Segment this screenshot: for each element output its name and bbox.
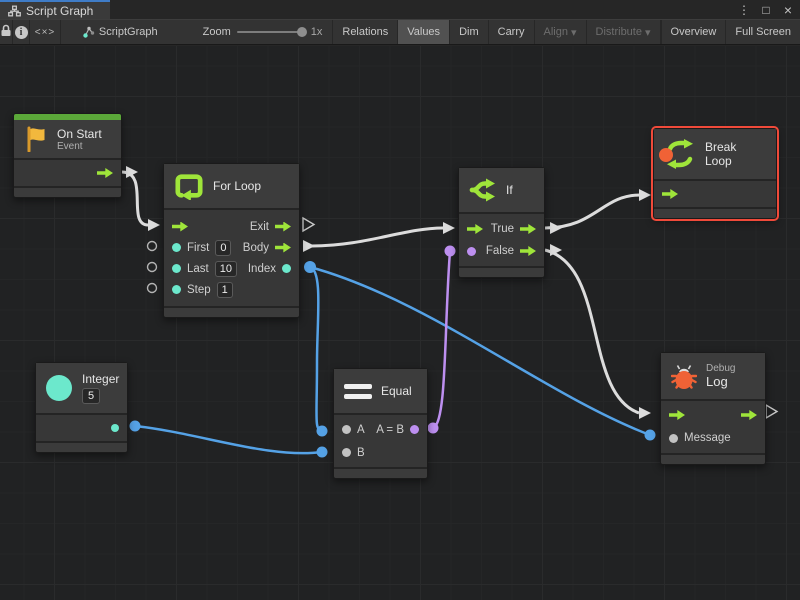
node-footer bbox=[164, 308, 299, 317]
first-input-port[interactable] bbox=[172, 243, 181, 252]
node-equal[interactable]: Equal A A = B B bbox=[333, 368, 428, 479]
port-label: Message bbox=[684, 432, 731, 444]
port-label: Last bbox=[187, 263, 209, 275]
zoom-label: Zoom bbox=[203, 26, 231, 38]
break-loop-icon bbox=[664, 139, 696, 169]
node-title: If bbox=[506, 183, 513, 197]
graph-toolbar: i <×> ScriptGraph Zoom 1x Relations Valu… bbox=[0, 19, 800, 45]
relations-button[interactable]: Relations bbox=[332, 20, 398, 44]
port-label: First bbox=[187, 242, 209, 254]
tab-script-graph[interactable]: Script Graph bbox=[0, 0, 110, 19]
node-title: For Loop bbox=[213, 179, 261, 193]
node-footer bbox=[36, 443, 127, 452]
port-label: A bbox=[357, 424, 365, 436]
info-icon: i bbox=[15, 26, 28, 39]
window-menu-icon[interactable]: ⋮ bbox=[736, 3, 752, 17]
node-title: Break Loop bbox=[705, 140, 766, 168]
graph-hierarchy-icon bbox=[8, 5, 21, 17]
window-close-icon[interactable]: × bbox=[780, 2, 796, 18]
flow-input-port[interactable] bbox=[172, 222, 188, 232]
graph-name[interactable]: ScriptGraph bbox=[73, 20, 167, 44]
node-debug-log[interactable]: Debug Log Message bbox=[660, 352, 766, 465]
dim-button[interactable]: Dim bbox=[450, 20, 489, 44]
port-label: Step bbox=[187, 284, 211, 296]
step-input-port[interactable] bbox=[172, 285, 181, 294]
tab-bar: Script Graph ⋮ □ × bbox=[0, 0, 800, 19]
node-integer[interactable]: Integer 5 bbox=[35, 362, 128, 453]
node-break-loop[interactable]: Break Loop bbox=[653, 128, 777, 219]
step-value-field[interactable]: 1 bbox=[217, 282, 233, 298]
flow-input-port[interactable] bbox=[662, 189, 678, 199]
lock-button[interactable] bbox=[0, 20, 13, 44]
bug-icon bbox=[671, 363, 697, 390]
equals-icon bbox=[344, 384, 372, 399]
flow-input-port[interactable] bbox=[467, 224, 483, 234]
branch-icon bbox=[469, 177, 497, 203]
node-title: Log bbox=[706, 374, 735, 389]
node-subtitle: Debug bbox=[706, 363, 735, 374]
flag-icon bbox=[24, 126, 48, 152]
node-title: On Start bbox=[57, 127, 102, 141]
align-dropdown[interactable]: Align ▾ bbox=[535, 20, 587, 44]
port-label: A = B bbox=[376, 424, 404, 436]
zoom-slider-knob[interactable] bbox=[297, 27, 307, 37]
exit-output-port[interactable] bbox=[275, 222, 291, 232]
carry-button[interactable]: Carry bbox=[489, 20, 535, 44]
code-view-button[interactable]: <×> bbox=[30, 20, 61, 44]
integer-icon bbox=[46, 375, 72, 401]
false-output-port[interactable] bbox=[520, 246, 536, 256]
condition-input-port[interactable] bbox=[467, 247, 476, 256]
true-output-port[interactable] bbox=[520, 224, 536, 234]
values-button[interactable]: Values bbox=[398, 20, 450, 44]
port-label: Index bbox=[248, 263, 276, 275]
flow-output-port[interactable] bbox=[97, 168, 113, 178]
result-output-port[interactable] bbox=[410, 425, 419, 434]
chevron-down-icon: ▾ bbox=[645, 26, 651, 39]
node-for-loop[interactable]: For Loop Exit First 0 Body Last 10 Index S… bbox=[163, 163, 300, 318]
script-graph-window: Script Graph ⋮ □ × i <×> ScriptGraph Zoo… bbox=[0, 0, 800, 600]
last-value-field[interactable]: 10 bbox=[215, 261, 237, 277]
code-icon: <×> bbox=[35, 27, 56, 38]
first-value-field[interactable]: 0 bbox=[215, 240, 231, 256]
flow-output-port[interactable] bbox=[741, 410, 757, 420]
full-screen-button[interactable]: Full Screen bbox=[726, 20, 800, 44]
node-title: Integer bbox=[82, 372, 119, 386]
node-footer bbox=[459, 268, 544, 277]
node-if[interactable]: If True False bbox=[458, 167, 545, 278]
message-input-port[interactable] bbox=[669, 434, 678, 443]
info-button[interactable]: i bbox=[13, 20, 30, 44]
a-input-port[interactable] bbox=[342, 425, 351, 434]
port-label: True bbox=[491, 223, 514, 235]
port-label: Body bbox=[243, 242, 269, 254]
window-maximize-icon[interactable]: □ bbox=[758, 3, 774, 17]
body-output-port[interactable] bbox=[275, 243, 291, 253]
port-label: False bbox=[486, 245, 514, 257]
tab-title: Script Graph bbox=[26, 4, 93, 18]
b-input-port[interactable] bbox=[342, 448, 351, 457]
distribute-dropdown[interactable]: Distribute ▾ bbox=[587, 20, 661, 44]
index-output-port[interactable] bbox=[282, 264, 291, 273]
last-input-port[interactable] bbox=[172, 264, 181, 273]
node-footer bbox=[334, 469, 427, 478]
value-output-port[interactable] bbox=[111, 424, 119, 432]
chevron-down-icon: ▾ bbox=[571, 26, 577, 39]
zoom-slider[interactable] bbox=[237, 31, 305, 33]
port-label: B bbox=[357, 447, 365, 459]
node-footer bbox=[661, 455, 765, 464]
zoom-value: 1x bbox=[311, 26, 323, 38]
node-on-start[interactable]: On Start Event bbox=[13, 113, 122, 198]
node-subtitle: Event bbox=[57, 141, 102, 152]
port-label: Exit bbox=[250, 221, 269, 233]
script-graph-icon bbox=[82, 25, 96, 39]
node-title: Equal bbox=[381, 384, 412, 398]
breakpoint-dot bbox=[659, 148, 673, 162]
node-footer bbox=[14, 188, 121, 197]
overview-button[interactable]: Overview bbox=[661, 20, 727, 44]
integer-value-field[interactable]: 5 bbox=[82, 388, 100, 404]
flow-input-port[interactable] bbox=[669, 410, 685, 420]
loop-icon bbox=[174, 172, 204, 200]
lock-icon bbox=[0, 24, 12, 40]
node-footer bbox=[654, 209, 776, 218]
